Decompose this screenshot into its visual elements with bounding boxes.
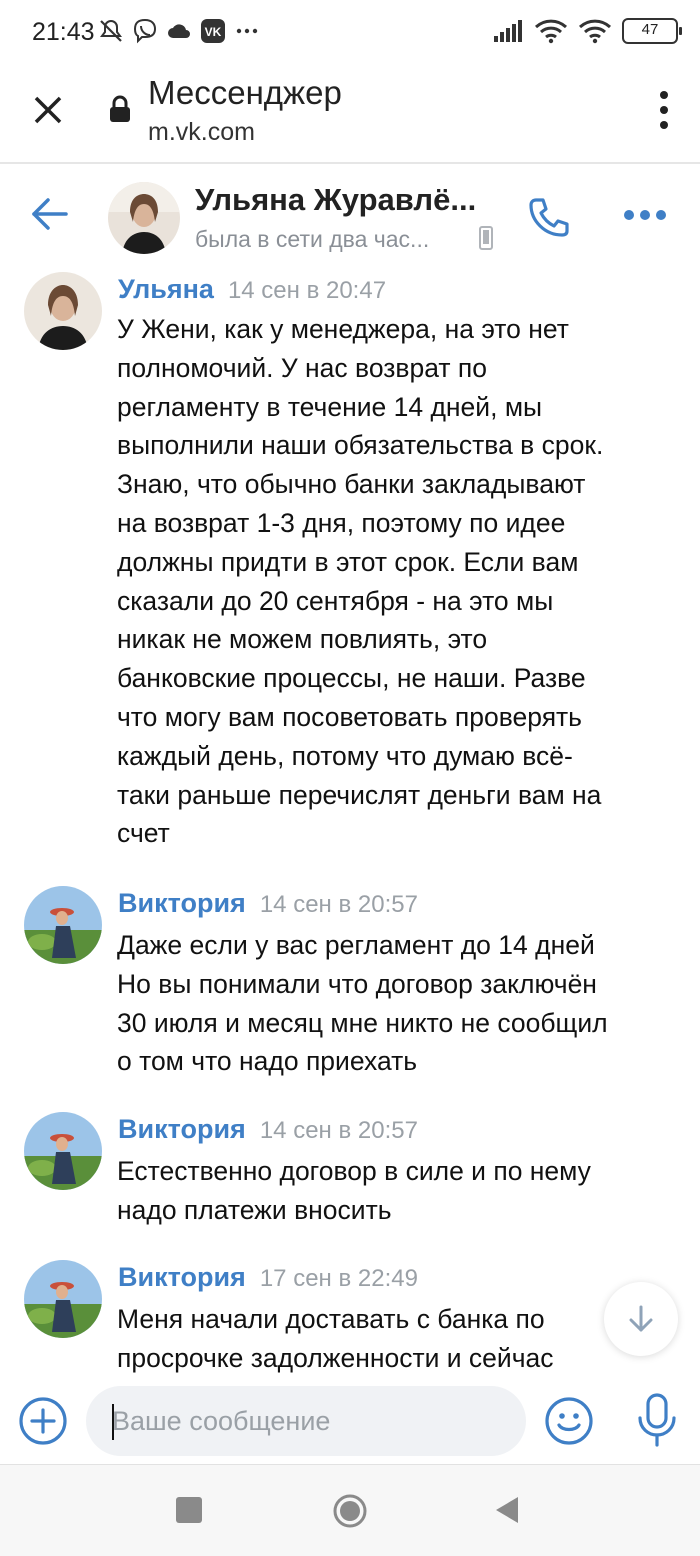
emoji-icon[interactable] — [544, 1396, 594, 1446]
message-time: 17 сен в 22:49 — [259, 1265, 418, 1292]
system-navigation-bar — [0, 1464, 700, 1556]
mute-notification-icon — [100, 19, 122, 42]
back-triangle-icon[interactable] — [494, 1495, 520, 1525]
wifi-icon — [534, 19, 568, 44]
chat-header: Ульяна Журавлё... была в сети два час... — [0, 166, 700, 266]
browser-page-title: Мессенджер — [148, 74, 342, 111]
lock-icon — [110, 95, 130, 122]
browser-menu-icon[interactable] — [658, 90, 670, 130]
message-author[interactable]: Виктория — [118, 1262, 246, 1292]
more-dots-icon — [236, 28, 258, 34]
svg-text:VK: VK — [205, 25, 222, 39]
add-attachment-icon[interactable] — [18, 1396, 68, 1446]
recent-apps-icon[interactable] — [176, 1497, 202, 1523]
message-author[interactable]: Виктория — [118, 1114, 246, 1144]
chat-contact-name[interactable]: Ульяна Журавлё... — [195, 182, 476, 218]
message-text: Меня начали доставать с банка по просроч… — [117, 1304, 554, 1373]
phone-call-icon[interactable] — [526, 194, 572, 240]
avatar[interactable] — [108, 182, 180, 254]
mobile-device-icon — [479, 226, 493, 250]
avatar[interactable] — [24, 886, 102, 964]
message-text: Естественно договор в силе и по нему над… — [117, 1156, 591, 1225]
message-author[interactable]: Виктория — [118, 888, 246, 918]
text-cursor — [112, 1404, 114, 1440]
message-list: Ульяна 14 сен в 20:47 У Жени, как у менед… — [0, 266, 700, 1384]
cloud-icon — [168, 24, 190, 38]
message-composer — [0, 1384, 700, 1462]
arrow-down-icon — [629, 1305, 653, 1332]
signal-icon — [494, 20, 522, 42]
back-arrow-icon[interactable] — [30, 194, 70, 234]
status-bar: 21:43 VK 47 — [0, 0, 700, 64]
browser-toolbar: Мессенджер m.vk.com — [0, 64, 700, 164]
chat-contact-status: была в сети два час... — [195, 226, 430, 252]
vk-icon: VK — [201, 19, 225, 43]
more-options-icon[interactable] — [622, 208, 668, 222]
home-icon[interactable] — [332, 1493, 368, 1529]
viber-icon — [133, 18, 157, 44]
message-time: 14 сен в 20:57 — [259, 891, 418, 918]
avatar[interactable] — [24, 272, 102, 350]
message-author[interactable]: Ульяна — [118, 274, 214, 304]
microphone-icon[interactable] — [636, 1392, 678, 1448]
message-time: 14 сен в 20:47 — [227, 277, 387, 304]
battery-icon: 47 — [622, 18, 682, 44]
wifi-icon — [578, 19, 612, 44]
close-icon[interactable] — [28, 90, 68, 130]
message-input[interactable] — [86, 1386, 526, 1456]
scroll-to-bottom-button[interactable] — [604, 1282, 678, 1356]
message-text: Даже если у вас регламент до 14 дней Но … — [117, 930, 608, 1077]
avatar[interactable] — [24, 1260, 102, 1338]
status-time: 21:43 — [32, 18, 95, 46]
browser-url[interactable]: m.vk.com — [148, 118, 255, 147]
avatar[interactable] — [24, 1112, 102, 1190]
message-time: 14 сен в 20:57 — [259, 1117, 418, 1144]
message-text: У Жени, как у менеджера, на это нет полн… — [117, 314, 604, 849]
